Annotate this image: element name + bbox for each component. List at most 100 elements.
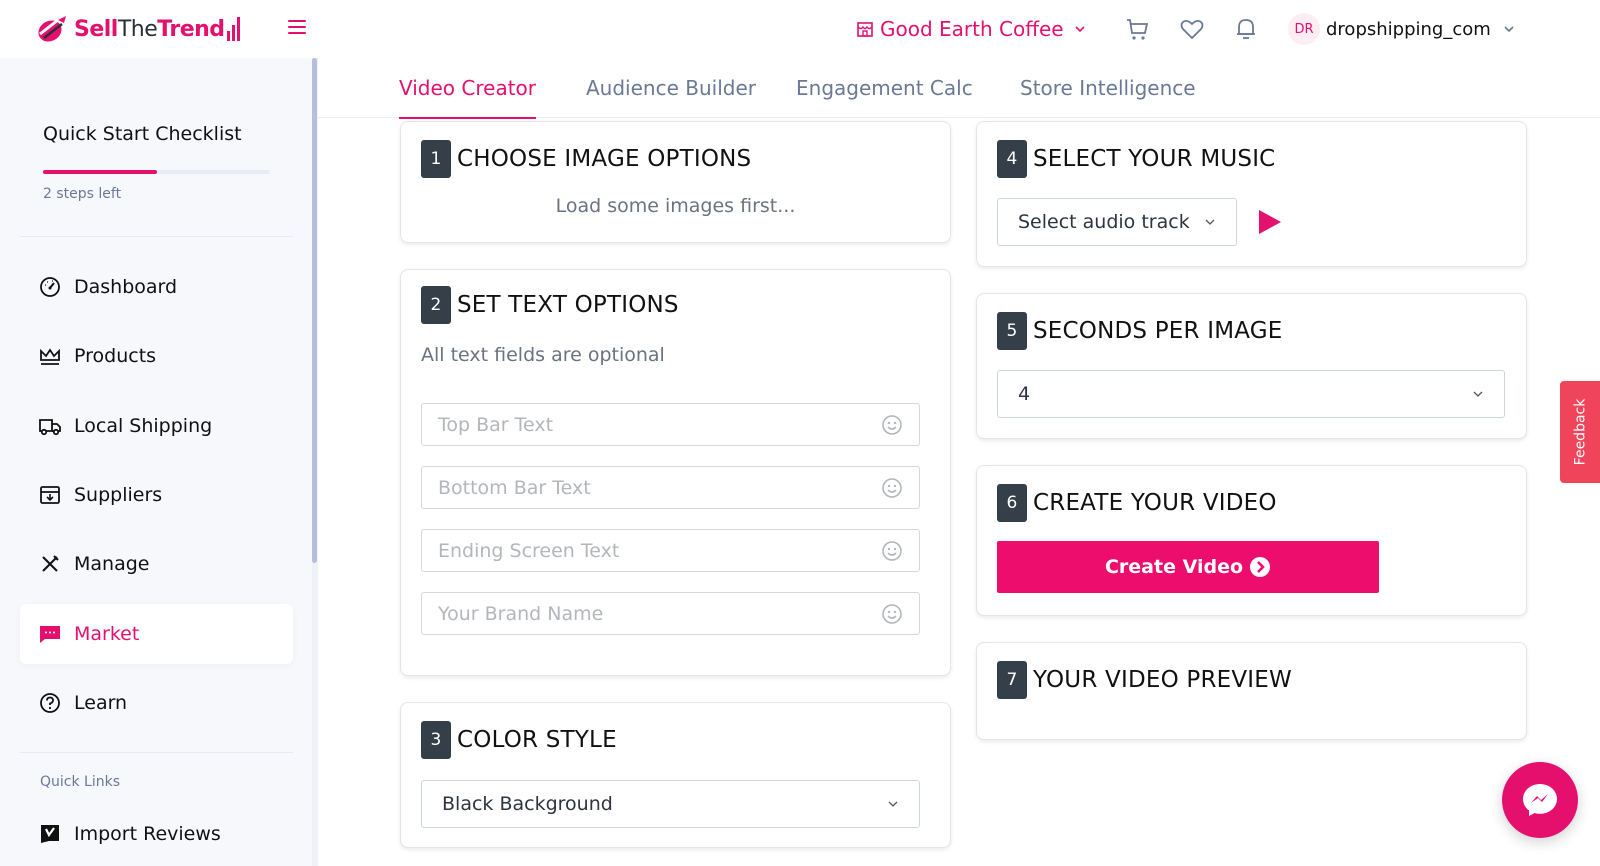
step-badge: 5	[997, 312, 1027, 350]
sidebar	[0, 58, 312, 866]
card-create-video: 6 CREATE YOUR VIDEO Create Video	[976, 465, 1527, 616]
chevron-down-icon	[1473, 391, 1483, 397]
emoji-icon[interactable]	[881, 477, 903, 499]
card-title-text: CHOOSE IMAGE OPTIONS	[457, 146, 752, 172]
feedback-label: Feedback	[1572, 398, 1589, 466]
sidebar-divider	[20, 752, 293, 753]
reviews-icon	[38, 822, 62, 846]
seconds-per-image-select[interactable]: 4	[997, 370, 1505, 418]
sidebar-item-label: Dashboard	[74, 276, 178, 298]
crown-icon	[38, 344, 62, 368]
logo-text: SellTheTrend	[74, 17, 225, 42]
step-badge: 6	[997, 484, 1027, 522]
step-badge: 1	[421, 140, 451, 178]
sidebar-item-label: Manage	[74, 553, 150, 575]
bell-icon[interactable]	[1233, 16, 1259, 42]
play-preview-icon[interactable]	[1255, 208, 1283, 236]
placeholder: Ending Screen Text	[438, 539, 620, 562]
tool-tabs: Video Creator Audience Builder Engagemen…	[318, 58, 1600, 119]
card-title: 6 CREATE YOUR VIDEO	[997, 484, 1277, 522]
card-title: 4 SELECT YOUR MUSIC	[997, 140, 1275, 178]
chevron-circle-right-icon	[1250, 557, 1271, 577]
gauge-icon	[38, 275, 62, 299]
card-title: 2 SET TEXT OPTIONS	[421, 286, 679, 324]
chat-icon	[38, 622, 62, 646]
checklist-steps-left: 2 steps left	[43, 186, 122, 202]
card-select-music: 4 SELECT YOUR MUSIC Select audio track	[976, 121, 1527, 267]
color-style-select[interactable]: Black Background	[421, 780, 920, 828]
card-title-text: COLOR STYLE	[457, 727, 617, 753]
card-set-text-options: 2 SET TEXT OPTIONS All text fields are o…	[400, 269, 951, 676]
heart-icon[interactable]	[1179, 16, 1205, 42]
step-badge: 2	[421, 286, 451, 324]
user-menu[interactable]: DR dropshipping_com	[1288, 12, 1515, 46]
tab-store-intelligence[interactable]: Store Intelligence	[1020, 76, 1196, 118]
emoji-icon[interactable]	[881, 414, 903, 436]
sidebar-item-products[interactable]: Products	[20, 326, 293, 386]
create-video-label: Create Video	[1104, 556, 1244, 578]
menu-toggle-icon[interactable]	[288, 18, 306, 36]
card-seconds-per-image: 5 SECONDS PER IMAGE 4	[976, 293, 1527, 439]
ending-screen-text-input[interactable]: Ending Screen Text	[421, 529, 920, 572]
checklist-title[interactable]: Quick Start Checklist	[43, 123, 242, 145]
store-selector[interactable]: Good Earth Coffee	[856, 14, 1092, 44]
sidebar-item-label: Local Shipping	[74, 415, 213, 437]
selected-value: 4	[1018, 383, 1031, 405]
sidebar-scrollbar-thumb[interactable]	[312, 58, 317, 563]
checklist-progress-bar	[43, 170, 270, 174]
chevron-down-icon	[1075, 26, 1085, 33]
card-title-text: SET TEXT OPTIONS	[457, 292, 679, 318]
quick-link-import-reviews[interactable]: Import Reviews	[20, 804, 293, 864]
placeholder: Your Brand Name	[438, 602, 604, 625]
logo-sell: Sell	[74, 16, 118, 42]
step-badge: 7	[997, 661, 1027, 699]
sidebar-item-suppliers[interactable]: Suppliers	[20, 465, 293, 525]
logo-bars-icon	[226, 17, 240, 41]
tab-video-creator[interactable]: Video Creator	[399, 76, 537, 119]
logo-the: The	[117, 16, 158, 42]
brand-name-input[interactable]: Your Brand Name	[421, 592, 920, 635]
checklist-progress-fill	[43, 170, 157, 174]
emoji-icon[interactable]	[881, 540, 903, 562]
tools-icon	[38, 552, 62, 576]
question-circle-icon	[38, 691, 62, 715]
avatar: DR	[1288, 13, 1320, 45]
card-title-text: YOUR VIDEO PREVIEW	[1033, 667, 1292, 693]
cart-icon[interactable]	[1124, 16, 1150, 42]
sidebar-item-market[interactable]: Market	[20, 604, 293, 664]
sidebar-item-label: Products	[74, 345, 157, 367]
placeholder: Top Bar Text	[438, 413, 554, 436]
card-title: 1 CHOOSE IMAGE OPTIONS	[421, 140, 751, 178]
top-bar-text-input[interactable]: Top Bar Text	[421, 403, 920, 446]
card-video-preview: 7 YOUR VIDEO PREVIEW	[976, 642, 1527, 740]
quick-links-heading: Quick Links	[40, 774, 121, 790]
step-badge: 3	[421, 721, 451, 759]
sidebar-item-label: Market	[74, 623, 140, 645]
audio-track-select[interactable]: Select audio track	[997, 198, 1237, 246]
truck-icon	[38, 414, 62, 438]
sellthetrend-logo[interactable]: SellTheTrend	[36, 12, 240, 46]
tab-audience-builder[interactable]: Audience Builder	[586, 76, 756, 118]
sidebar-item-dashboard[interactable]: Dashboard	[20, 257, 293, 317]
selected-value: Select audio track	[1018, 211, 1190, 233]
placeholder: Bottom Bar Text	[438, 476, 591, 499]
optional-note: All text fields are optional	[421, 344, 665, 366]
selected-value: Black Background	[442, 793, 613, 815]
sidebar-item-label: Import Reviews	[74, 823, 221, 845]
create-video-button[interactable]: Create Video	[997, 541, 1379, 593]
sidebar-item-manage[interactable]: Manage	[20, 534, 293, 594]
feedback-tab[interactable]: Feedback	[1560, 381, 1600, 483]
sidebar-item-local-shipping[interactable]: Local Shipping	[20, 396, 293, 456]
sidebar-item-learn[interactable]: Learn	[20, 673, 293, 733]
top-header: SellTheTrend Good Earth Coffee DR dropsh…	[0, 0, 1600, 58]
archive-download-icon	[38, 483, 62, 507]
tab-engagement-calc[interactable]: Engagement Calc	[796, 76, 973, 118]
card-title: 3 COLOR STYLE	[421, 721, 617, 759]
sidebar-scrollbar[interactable]	[312, 58, 318, 866]
chevron-down-icon	[888, 801, 898, 807]
store-name: Good Earth Coffee	[880, 17, 1064, 41]
bottom-bar-text-input[interactable]: Bottom Bar Text	[421, 466, 920, 509]
card-title-text: SELECT YOUR MUSIC	[1033, 146, 1276, 172]
emoji-icon[interactable]	[881, 603, 903, 625]
messenger-chat-button[interactable]	[1502, 762, 1578, 838]
